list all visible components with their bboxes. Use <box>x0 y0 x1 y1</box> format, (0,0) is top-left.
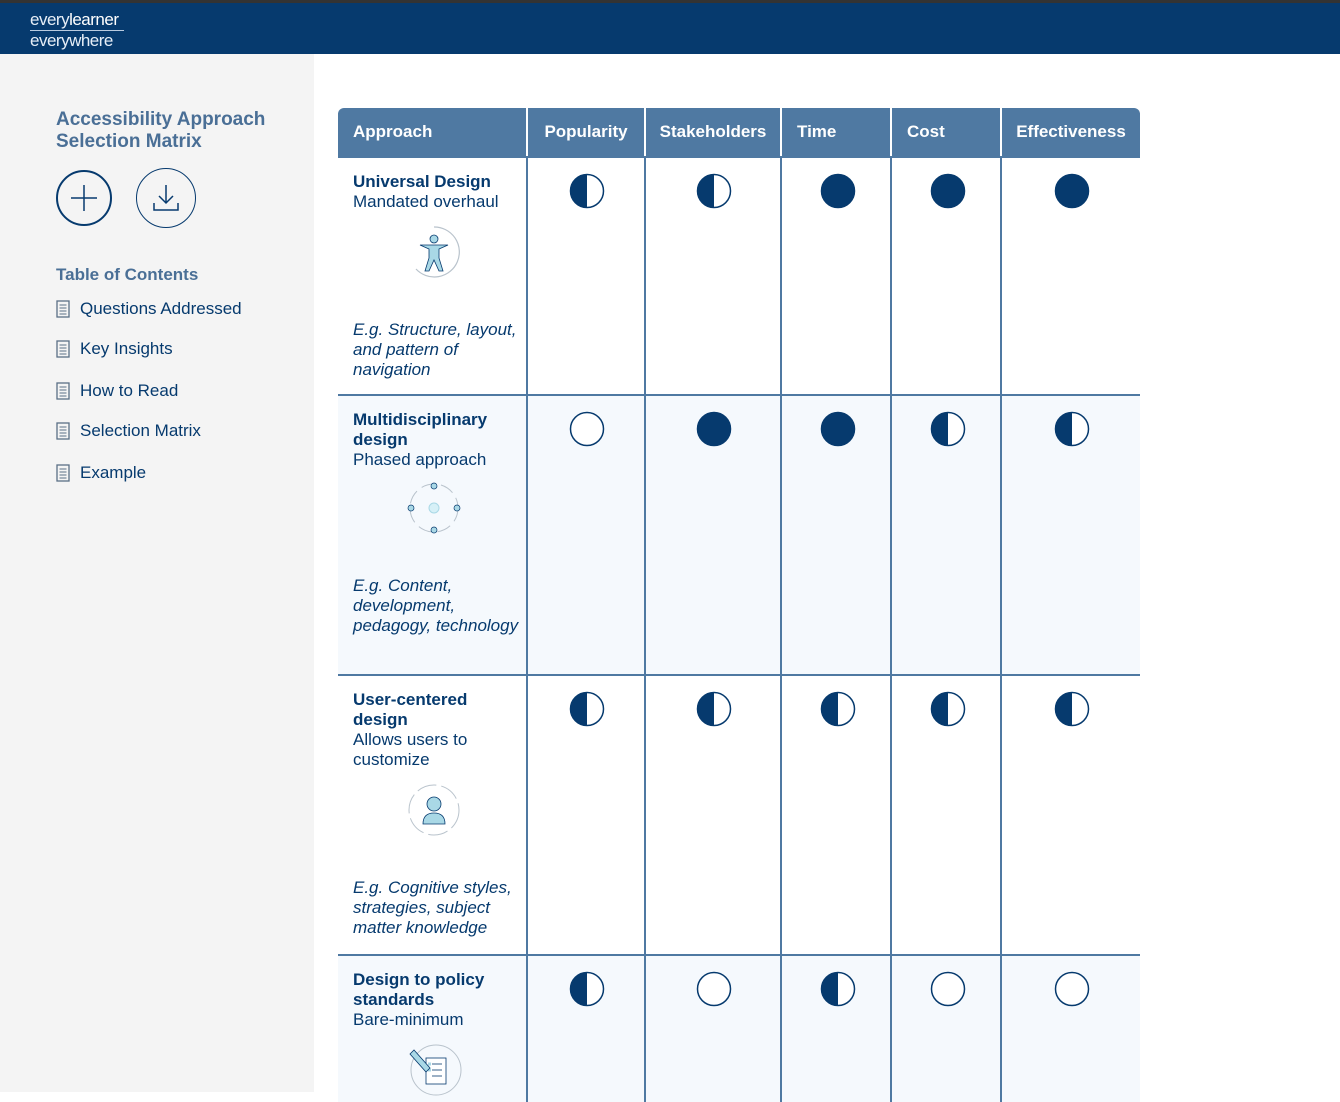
toc-item-selection-matrix[interactable]: Selection Matrix <box>56 419 201 443</box>
header-popularity: Popularity <box>528 108 646 156</box>
header-cost: Cost <box>892 108 1002 156</box>
approach-cell: User-centered design Allows users to cust… <box>338 676 528 954</box>
document-icon <box>56 340 70 358</box>
rating-cell <box>892 158 1002 394</box>
rating-none-dot <box>696 971 732 1007</box>
approach-name: Multidisciplinary design Phased approach <box>353 410 523 470</box>
approach-subtitle: Mandated overhaul <box>353 192 499 211</box>
rating-cell <box>782 396 892 674</box>
top-bar: everylearner everywhere <box>0 0 1340 54</box>
rating-cell <box>1002 396 1140 674</box>
toc-item-key-insights[interactable]: Key Insights <box>56 337 173 361</box>
accessibility-person-icon <box>415 226 460 278</box>
rating-half-dot <box>696 691 732 727</box>
approach-example: E.g. Cognitive styles, strategies, subje… <box>353 878 512 937</box>
matrix-header: Approach Popularity Stakeholders Time Co… <box>338 108 1140 156</box>
approach-subtitle: Bare-minimum <box>353 1010 464 1029</box>
rating-full-dot <box>820 173 856 209</box>
sidebar: Accessibility Approach Selection Matrix … <box>0 54 314 1092</box>
approach-example: E.g. Content, development, pedagogy, tec… <box>353 576 519 635</box>
toc-label: Example <box>80 463 147 482</box>
rating-cell <box>1002 676 1140 954</box>
toc-item-example[interactable]: Example <box>56 461 146 485</box>
rating-full-dot <box>930 173 966 209</box>
approach-cell: Design to policy standards Bare-minimum <box>338 956 528 1102</box>
approach-subtitle: Allows users to customize <box>353 730 468 769</box>
rating-cell <box>528 956 646 1102</box>
matrix-row-universal-design: Universal Design Mandated overhaul E.g. S… <box>338 156 1140 394</box>
rating-cell <box>892 956 1002 1102</box>
approach-subtitle: Phased approach <box>353 450 487 469</box>
approach-name: User-centered design Allows users to cust… <box>353 690 523 770</box>
brand-every: every <box>30 10 70 29</box>
rating-cell <box>892 396 1002 674</box>
approach-cell: Universal Design Mandated overhaul E.g. S… <box>338 158 528 394</box>
user-cycle-icon <box>408 784 460 836</box>
selection-matrix: Approach Popularity Stakeholders Time Co… <box>338 108 1140 1102</box>
sidebar-title: Accessibility Approach Selection Matrix <box>56 109 266 152</box>
matrix-row-design-to-policy-standards: Design to policy standards Bare-minimum <box>338 954 1140 1102</box>
rating-cell <box>782 676 892 954</box>
rating-cell <box>528 676 646 954</box>
rating-cell <box>782 956 892 1102</box>
rating-none-dot <box>569 411 605 447</box>
rating-half-dot <box>696 173 732 209</box>
toc-label: Questions Addressed <box>80 299 242 318</box>
document-icon <box>56 382 70 400</box>
rating-cell <box>1002 158 1140 394</box>
rating-half-dot <box>930 411 966 447</box>
rating-half-dot <box>569 691 605 727</box>
team-idea-icon <box>407 482 461 534</box>
rating-cell <box>1002 956 1140 1102</box>
rating-full-dot <box>820 411 856 447</box>
brand-everywhere: everywhere <box>30 31 113 50</box>
approach-name: Design to policy standards Bare-minimum <box>353 970 523 1030</box>
toc-title: Table of Contents <box>56 265 199 284</box>
header-stakeholders: Stakeholders <box>646 108 782 156</box>
rating-half-dot <box>569 971 605 1007</box>
plus-icon <box>71 185 97 211</box>
rating-cell <box>646 158 782 394</box>
document-icon <box>56 422 70 440</box>
rating-cell <box>646 676 782 954</box>
checklist-pencil-icon <box>409 1044 462 1096</box>
toc-label: Selection Matrix <box>80 421 201 440</box>
toc-label: How to Read <box>80 381 179 400</box>
add-button[interactable] <box>56 170 112 226</box>
header-approach: Approach <box>338 108 528 156</box>
rating-cell <box>892 676 1002 954</box>
brand-learner: learner <box>69 10 119 29</box>
download-icon <box>153 185 179 211</box>
brand-logo[interactable]: everylearner everywhere <box>30 10 124 50</box>
approach-example: E.g. Structure, layout, and pattern of n… <box>353 320 517 379</box>
rating-half-dot <box>820 971 856 1007</box>
download-button[interactable] <box>136 168 196 228</box>
document-icon <box>56 300 70 318</box>
toc-item-questions-addressed[interactable]: Questions Addressed <box>56 297 242 321</box>
matrix-row-multidisciplinary-design: Multidisciplinary design Phased approach … <box>338 394 1140 674</box>
rating-cell <box>528 396 646 674</box>
rating-half-dot <box>569 173 605 209</box>
toc-item-how-to-read[interactable]: How to Read <box>56 379 178 403</box>
rating-none-dot <box>930 971 966 1007</box>
rating-cell <box>528 158 646 394</box>
rating-full-dot <box>1054 173 1090 209</box>
approach-name: Universal Design Mandated overhaul <box>353 172 523 212</box>
toc-label: Key Insights <box>80 339 173 358</box>
rating-full-dot <box>696 411 732 447</box>
rating-cell <box>782 158 892 394</box>
rating-none-dot <box>1054 971 1090 1007</box>
header-effectiveness: Effectiveness <box>1016 122 1126 141</box>
rating-half-dot <box>1054 411 1090 447</box>
document-icon <box>56 464 70 482</box>
rating-half-dot <box>820 691 856 727</box>
rating-cell <box>646 956 782 1102</box>
rating-half-dot <box>930 691 966 727</box>
rating-half-dot <box>1054 691 1090 727</box>
approach-cell: Multidisciplinary design Phased approach … <box>338 396 528 674</box>
header-time: Time <box>782 108 892 156</box>
matrix-row-user-centered-design: User-centered design Allows users to cust… <box>338 674 1140 954</box>
rating-cell <box>646 396 782 674</box>
